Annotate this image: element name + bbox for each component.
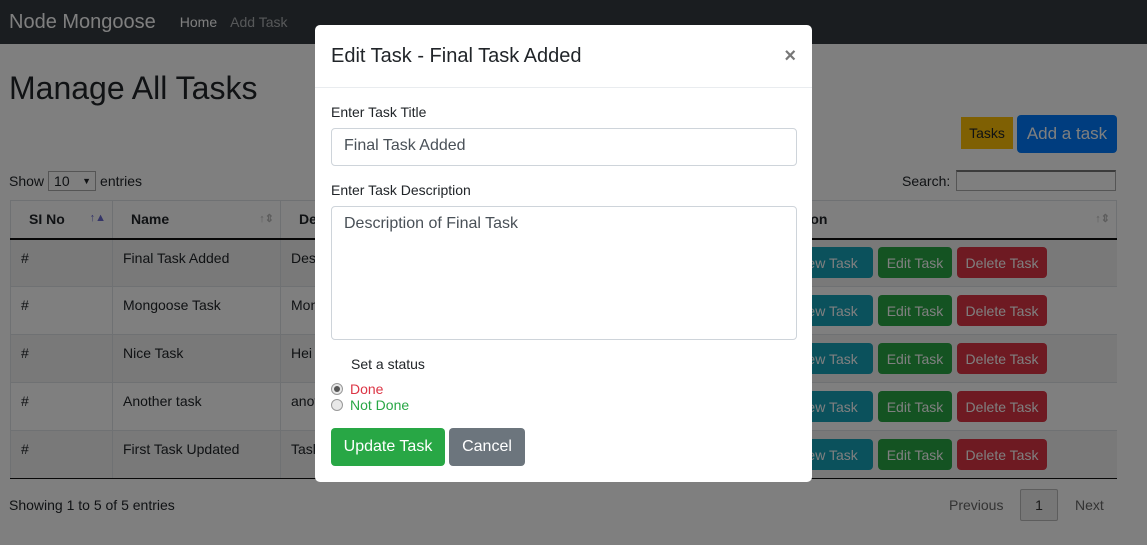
title-label: Enter Task Title (331, 104, 427, 120)
status-done-label: Done (350, 381, 384, 397)
close-icon[interactable]: × (784, 45, 796, 68)
radio-checked-icon[interactable] (331, 383, 343, 395)
status-not-done-radio[interactable]: Not Done (331, 397, 409, 413)
radio-unchecked-icon[interactable] (331, 399, 343, 411)
task-description-textarea[interactable]: Description of Final Task (331, 206, 797, 340)
cancel-button[interactable]: Cancel (449, 428, 525, 466)
status-done-radio[interactable]: Done (331, 381, 383, 397)
update-task-button[interactable]: Update Task (331, 428, 445, 466)
description-label: Enter Task Description (331, 182, 471, 198)
status-not-done-label: Not Done (350, 397, 410, 413)
task-title-input[interactable]: Final Task Added (331, 128, 797, 166)
modal-title: Edit Task - Final Task Added (331, 44, 582, 67)
status-label: Set a status (351, 356, 425, 372)
edit-task-modal: Edit Task - Final Task Added × Enter Task… (315, 25, 812, 482)
